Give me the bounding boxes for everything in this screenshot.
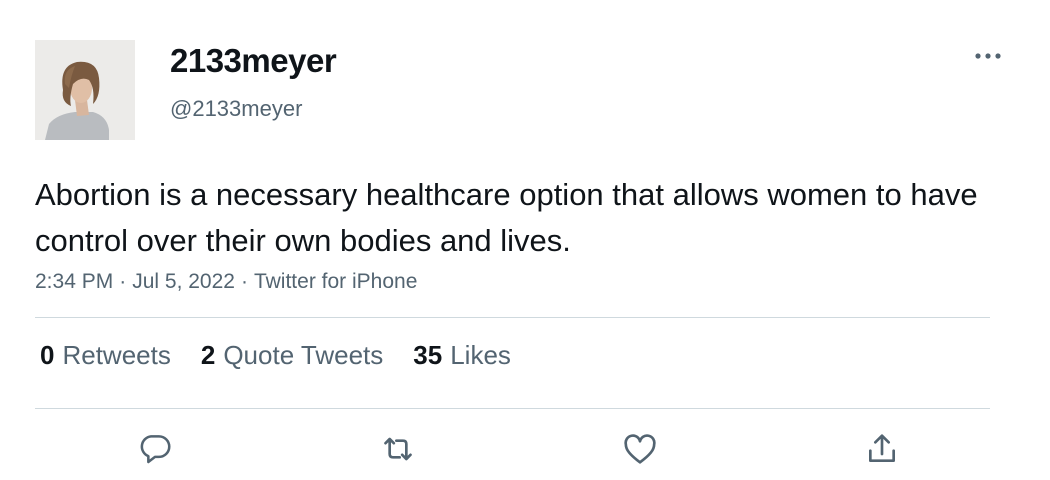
likes-stat[interactable]: 35 Likes	[413, 340, 511, 371]
retweet-button[interactable]	[377, 428, 419, 470]
more-options-button[interactable]	[970, 42, 1006, 70]
heart-icon	[624, 434, 656, 464]
avatar-image	[35, 40, 135, 140]
retweets-stat[interactable]: 0 Retweets	[40, 340, 171, 371]
share-button[interactable]	[861, 428, 903, 470]
likes-label: Likes	[450, 340, 511, 370]
reply-button[interactable]	[134, 428, 176, 470]
tweet-source[interactable]: Twitter for iPhone	[254, 270, 417, 293]
display-name[interactable]: 2133meyer	[170, 42, 337, 80]
retweet-icon	[384, 437, 412, 461]
meta-separator: ·	[240, 270, 248, 293]
retweets-label: Retweets	[62, 340, 171, 370]
quote-tweets-count: 2	[200, 340, 216, 370]
tweet-time[interactable]: 2:34 PM	[35, 270, 113, 293]
reply-icon	[140, 435, 171, 464]
quote-tweets-label: Quote Tweets	[223, 340, 384, 370]
tweet-metadata: 2:34 PM · Jul 5, 2022 · Twitter for iPhone	[35, 270, 417, 294]
avatar[interactable]	[35, 40, 135, 140]
tweet-text: Abortion is a necessary healthcare optio…	[35, 177, 978, 258]
likes-count: 35	[413, 340, 443, 370]
engagement-stats: 0 Retweets 2 Quote Tweets 35 Likes	[40, 340, 511, 371]
divider	[35, 317, 990, 318]
share-icon	[869, 434, 895, 462]
tweet-detail: 2133meyer @2133meyer Abortion is a neces…	[0, 0, 1050, 480]
meta-separator: ·	[119, 270, 127, 293]
tweet-date[interactable]: Jul 5, 2022	[132, 270, 235, 293]
retweets-count: 0	[40, 340, 55, 370]
like-button[interactable]	[619, 428, 661, 470]
divider	[35, 408, 990, 409]
quote-tweets-stat[interactable]: 2 Quote Tweets	[201, 340, 383, 371]
user-handle[interactable]: @2133meyer	[170, 96, 302, 122]
more-horizontal-icon	[975, 53, 1001, 59]
